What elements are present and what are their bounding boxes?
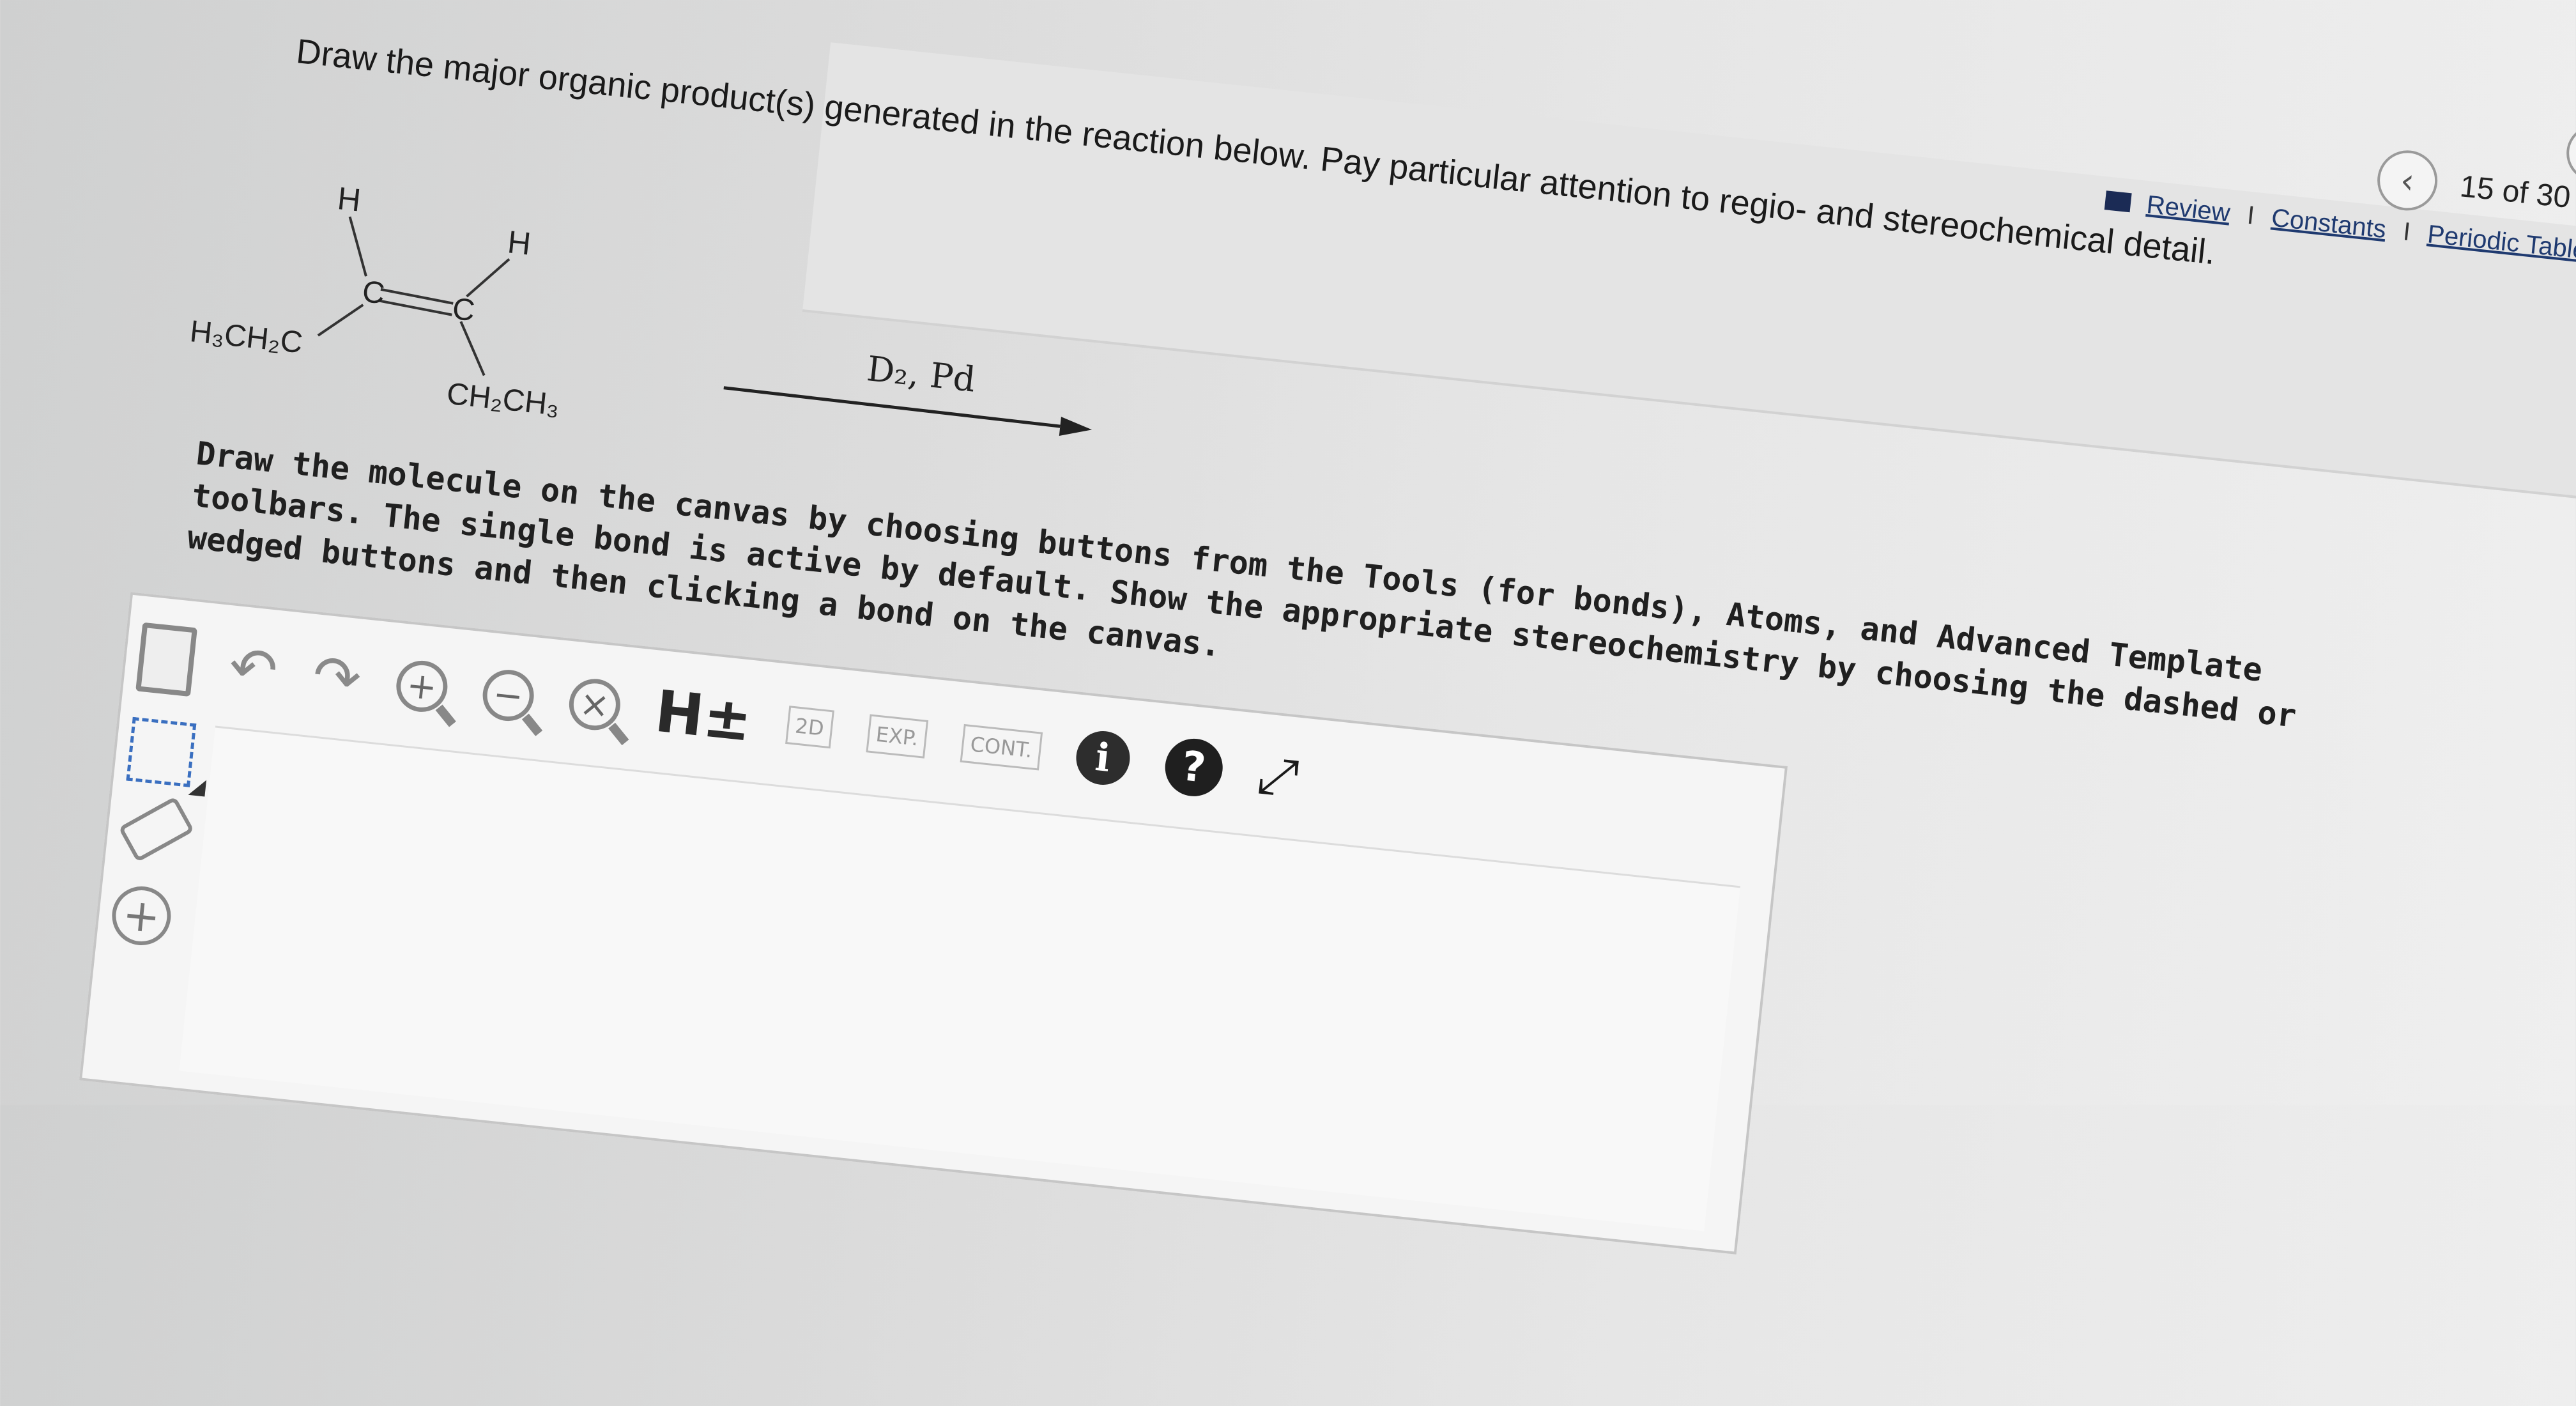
chemistry-question-page: ‹ 15 of 30 Review I Constants I Periodic… — [0, 0, 2576, 1255]
add-atom-icon[interactable]: + — [109, 883, 174, 948]
question-pager: 15 of 30 — [2458, 169, 2572, 215]
clean-2d-button[interactable]: 2D — [785, 706, 834, 749]
atom-h-right: H — [506, 224, 533, 261]
expand-button[interactable]: EXP. — [865, 714, 929, 759]
bond-left-substituent — [317, 304, 364, 337]
explicit-hydrogens-button[interactable]: H± — [652, 677, 755, 754]
previous-question-button[interactable]: ‹ — [2374, 147, 2441, 214]
link-separator: I — [2246, 201, 2256, 230]
fullscreen-icon[interactable]: ⤢ — [1255, 745, 1301, 808]
redo-icon[interactable]: ↷ — [309, 642, 364, 713]
book-icon — [2104, 190, 2132, 213]
bond-double-2 — [379, 299, 452, 316]
eraser-icon[interactable] — [118, 796, 195, 863]
substituent-right: CH₂CH₃ — [445, 377, 561, 422]
reagent-label: D₂, Pd — [865, 348, 977, 399]
info-icon[interactable]: i — [1073, 728, 1133, 788]
zoom-out-icon[interactable]: − — [480, 667, 537, 724]
help-icon[interactable]: ? — [1162, 736, 1225, 800]
clear-icon[interactable]: × — [566, 676, 623, 733]
undo-icon[interactable]: ↶ — [226, 633, 281, 704]
link-separator: I — [2402, 217, 2412, 247]
bond-double-1 — [380, 288, 454, 305]
atom-c-right: C — [451, 292, 477, 328]
atom-c-left: C — [361, 275, 387, 311]
contract-button[interactable]: CONT. — [960, 723, 1043, 771]
new-document-icon[interactable] — [135, 622, 197, 697]
content-sheet: ‹ 15 of 30 Review I Constants I Periodic… — [0, 0, 2576, 1406]
chevron-left-icon: ‹ — [2398, 159, 2417, 201]
corner-button[interactable] — [2563, 122, 2576, 185]
bond-h-left — [348, 216, 367, 277]
zoom-in-icon[interactable]: + — [394, 658, 450, 715]
reaction-arrow-head — [1059, 417, 1092, 436]
substituent-left: H₃CH₂C — [188, 314, 304, 360]
reaction-arrow — [723, 386, 1061, 428]
drawing-canvas[interactable] — [179, 725, 1741, 1232]
bond-right-substituent — [459, 321, 486, 376]
select-lasso-icon[interactable] — [126, 716, 197, 787]
atom-h-left: H — [336, 180, 363, 218]
